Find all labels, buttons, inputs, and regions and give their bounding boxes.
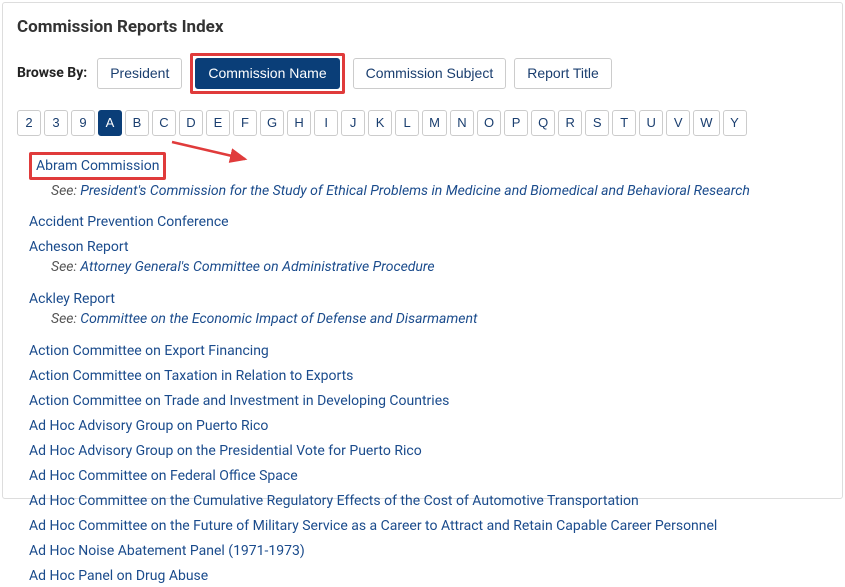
see-target[interactable]: Attorney General's Committee on Administ…	[80, 259, 434, 275]
entry: Action Committee on Taxation in Relation…	[29, 365, 828, 387]
alpha-btn-9[interactable]: 9	[71, 110, 95, 136]
see-label: See:	[51, 183, 80, 199]
entry: Ad Hoc Advisory Group on Puerto Rico	[29, 415, 828, 437]
see-label: See:	[51, 259, 80, 275]
entry-link[interactable]: Ad Hoc Committee on the Future of Milita…	[29, 518, 717, 534]
entry: Abram Commission See: President's Commiss…	[29, 152, 828, 202]
entry-link[interactable]: Action Committee on Trade and Investment…	[29, 393, 449, 409]
browse-by-row: Browse By: President Commission Name Commi…	[17, 53, 828, 94]
alpha-btn-h[interactable]: H	[287, 110, 311, 136]
entry-link[interactable]: Abram Commission	[36, 158, 159, 174]
entry: Accident Prevention Conference	[29, 211, 828, 233]
entry-link[interactable]: Ad Hoc Panel on Drug Abuse	[29, 568, 208, 584]
entry: Ad Hoc Panel on Drug Abuse	[29, 565, 828, 587]
entry-link[interactable]: Ad Hoc Advisory Group on the Presidentia…	[29, 443, 422, 459]
alpha-btn-j[interactable]: J	[341, 110, 365, 136]
alpha-btn-f[interactable]: F	[233, 110, 257, 136]
alpha-btn-n[interactable]: N	[450, 110, 474, 136]
alpha-btn-d[interactable]: D	[179, 110, 203, 136]
entry-link[interactable]: Acheson Report	[29, 239, 129, 255]
alpha-btn-l[interactable]: L	[395, 110, 419, 136]
annotation-highlight-entry: Abram Commission	[29, 152, 166, 180]
see-reference: See: President's Commission for the Stud…	[29, 182, 828, 202]
entry-link[interactable]: Ad Hoc Noise Abatement Panel (1971-1973)	[29, 543, 305, 559]
entry-link[interactable]: Ad Hoc Committee on Federal Office Space	[29, 468, 298, 484]
entry: Acheson Report See: Attorney General's Co…	[29, 236, 828, 278]
entry: Ackley Report See: Committee on the Econo…	[29, 288, 828, 330]
entry-link[interactable]: Action Committee on Export Financing	[29, 343, 269, 359]
see-target[interactable]: President's Commission for the Study of …	[80, 183, 750, 199]
alpha-btn-o[interactable]: O	[477, 110, 501, 136]
reports-index-panel: Commission Reports Index Browse By: Pres…	[2, 2, 843, 499]
browse-tab-report-title[interactable]: Report Title	[514, 58, 612, 89]
alpha-btn-q[interactable]: Q	[531, 110, 555, 136]
see-reference: See: Committee on the Economic Impact of…	[29, 310, 828, 330]
annotation-highlight-tab: Commission Name	[190, 53, 344, 94]
alpha-btn-t[interactable]: T	[612, 110, 636, 136]
alpha-btn-k[interactable]: K	[368, 110, 392, 136]
entry: Ad Hoc Committee on Federal Office Space	[29, 465, 828, 487]
alpha-btn-s[interactable]: S	[585, 110, 609, 136]
browse-tab-commission-subject[interactable]: Commission Subject	[353, 58, 507, 89]
entries-list: Abram Commission See: President's Commiss…	[17, 152, 828, 587]
alpha-btn-w[interactable]: W	[693, 110, 719, 136]
alpha-btn-y[interactable]: Y	[723, 110, 747, 136]
alpha-btn-b[interactable]: B	[125, 110, 149, 136]
alpha-btn-a[interactable]: A	[98, 110, 122, 136]
browse-tab-president[interactable]: President	[97, 58, 182, 89]
browse-tab-commission-name[interactable]: Commission Name	[195, 58, 339, 89]
alpha-btn-r[interactable]: R	[558, 110, 582, 136]
alpha-btn-e[interactable]: E	[206, 110, 230, 136]
alpha-btn-i[interactable]: I	[314, 110, 338, 136]
alpha-btn-u[interactable]: U	[639, 110, 663, 136]
browse-by-label: Browse By:	[17, 65, 87, 81]
alpha-btn-3[interactable]: 3	[44, 110, 68, 136]
browse-tabs: President Commission Name Commission Subje…	[97, 53, 612, 94]
entry-link[interactable]: Ad Hoc Advisory Group on Puerto Rico	[29, 418, 268, 434]
alpha-btn-v[interactable]: V	[666, 110, 690, 136]
alpha-btn-c[interactable]: C	[152, 110, 176, 136]
entry-link[interactable]: Accident Prevention Conference	[29, 214, 229, 230]
entry: Ad Hoc Noise Abatement Panel (1971-1973)	[29, 540, 828, 562]
alpha-index-row: 239ABCDEFGHIJKLMNOPQRSTUVWY	[17, 110, 828, 136]
alpha-btn-g[interactable]: G	[260, 110, 284, 136]
see-reference: See: Attorney General's Committee on Adm…	[29, 258, 828, 278]
see-target[interactable]: Committee on the Economic Impact of Defe…	[80, 311, 477, 327]
entry: Action Committee on Trade and Investment…	[29, 390, 828, 412]
entry: Ad Hoc Committee on the Future of Milita…	[29, 515, 828, 537]
page-title: Commission Reports Index	[17, 17, 828, 37]
entry: Ad Hoc Advisory Group on the Presidentia…	[29, 440, 828, 462]
entry-link[interactable]: Action Committee on Taxation in Relation…	[29, 368, 353, 384]
alpha-btn-2[interactable]: 2	[17, 110, 41, 136]
alpha-btn-m[interactable]: M	[422, 110, 447, 136]
alpha-btn-p[interactable]: P	[504, 110, 528, 136]
entry: Action Committee on Export Financing	[29, 340, 828, 362]
entry-link[interactable]: Ackley Report	[29, 291, 115, 307]
see-label: See:	[51, 311, 80, 327]
